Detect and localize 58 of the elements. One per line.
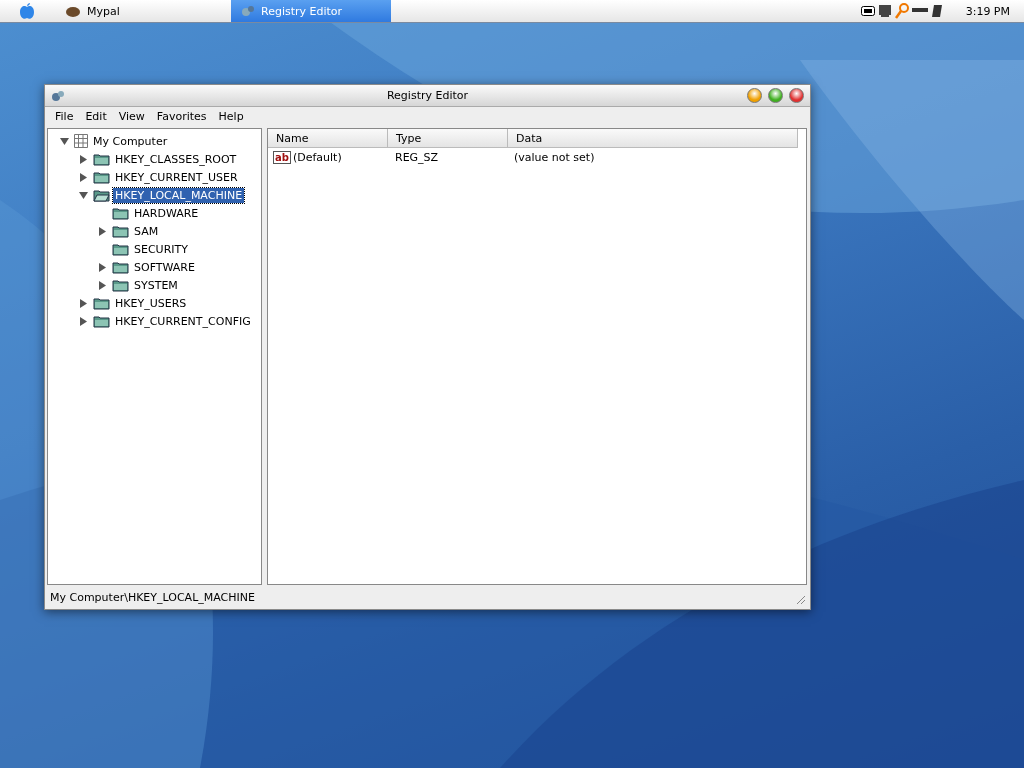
tree-item[interactable]: HKEY_CURRENT_CONFIG xyxy=(113,313,253,329)
folder-icon xyxy=(112,206,129,220)
folder-icon xyxy=(112,242,129,256)
monitor-icon[interactable] xyxy=(877,4,892,18)
tree-item[interactable]: SOFTWARE xyxy=(132,259,197,275)
column-header[interactable]: Type xyxy=(388,129,508,147)
expand-arrow-icon[interactable] xyxy=(98,262,107,272)
registry-icon xyxy=(241,4,255,18)
expand-arrow-icon[interactable] xyxy=(98,280,107,290)
tree-item[interactable]: SECURITY xyxy=(132,241,190,257)
folder-icon xyxy=(93,314,110,328)
string-value-icon: ab xyxy=(273,150,291,164)
bar-icon[interactable] xyxy=(911,8,928,14)
expand-arrow-icon[interactable] xyxy=(79,154,88,164)
registry-icon xyxy=(51,88,65,103)
apple-icon[interactable] xyxy=(19,2,35,20)
expand-arrow-icon[interactable] xyxy=(79,316,88,326)
collapse-arrow-icon[interactable] xyxy=(60,136,69,146)
tree-item[interactable]: My Computer xyxy=(91,133,170,149)
menu-item[interactable]: File xyxy=(49,110,80,123)
clock: 3:19 PM xyxy=(965,4,1010,18)
tree-item[interactable]: HARDWARE xyxy=(132,205,201,221)
tree-item[interactable]: HKEY_USERS xyxy=(113,295,189,311)
tree-item[interactable]: SYSTEM xyxy=(132,277,180,293)
open-folder-icon xyxy=(93,188,110,202)
minimize-button[interactable] xyxy=(747,88,762,103)
table-cell: (Default) xyxy=(292,150,342,164)
folder-icon xyxy=(112,224,129,238)
folder-icon xyxy=(93,152,110,166)
battery-icon[interactable] xyxy=(860,6,875,16)
expand-arrow-icon[interactable] xyxy=(79,172,88,182)
tree-item[interactable]: SAM xyxy=(132,223,161,239)
expand-arrow-icon[interactable] xyxy=(79,298,88,308)
tree-item[interactable]: HKEY_CLASSES_ROOT xyxy=(113,151,239,167)
folder-icon xyxy=(112,260,129,274)
app-icon xyxy=(65,4,81,18)
expand-arrow-icon[interactable] xyxy=(98,226,107,236)
maximize-button[interactable] xyxy=(768,88,783,103)
menu-item[interactable]: Help xyxy=(212,110,250,123)
folder-icon xyxy=(112,278,129,292)
column-header[interactable]: Name xyxy=(268,129,388,147)
close-button[interactable] xyxy=(789,88,804,103)
folder-icon xyxy=(93,296,110,310)
tree-item[interactable]: HKEY_CURRENT_USER xyxy=(113,169,240,185)
table-cell: (value not set) xyxy=(514,150,595,164)
table-cell: REG_SZ xyxy=(395,150,439,164)
window-title: Registry Editor xyxy=(386,89,469,102)
menu-item[interactable]: Favorites xyxy=(150,110,213,123)
grid-icon xyxy=(74,134,88,148)
status-text: My Computer\HKEY_LOCAL_MACHINE xyxy=(50,590,255,604)
menu-item[interactable]: View xyxy=(112,110,151,123)
folder-icon xyxy=(93,170,110,184)
taskbar-button[interactable]: Mypal xyxy=(55,0,231,22)
resize-grip-icon[interactable] xyxy=(796,595,806,605)
column-header[interactable]: Data xyxy=(508,129,798,147)
menu-item[interactable]: Edit xyxy=(79,110,113,123)
collapse-arrow-icon[interactable] xyxy=(79,190,88,200)
tree-item[interactable]: HKEY_LOCAL_MACHINE xyxy=(113,187,245,203)
